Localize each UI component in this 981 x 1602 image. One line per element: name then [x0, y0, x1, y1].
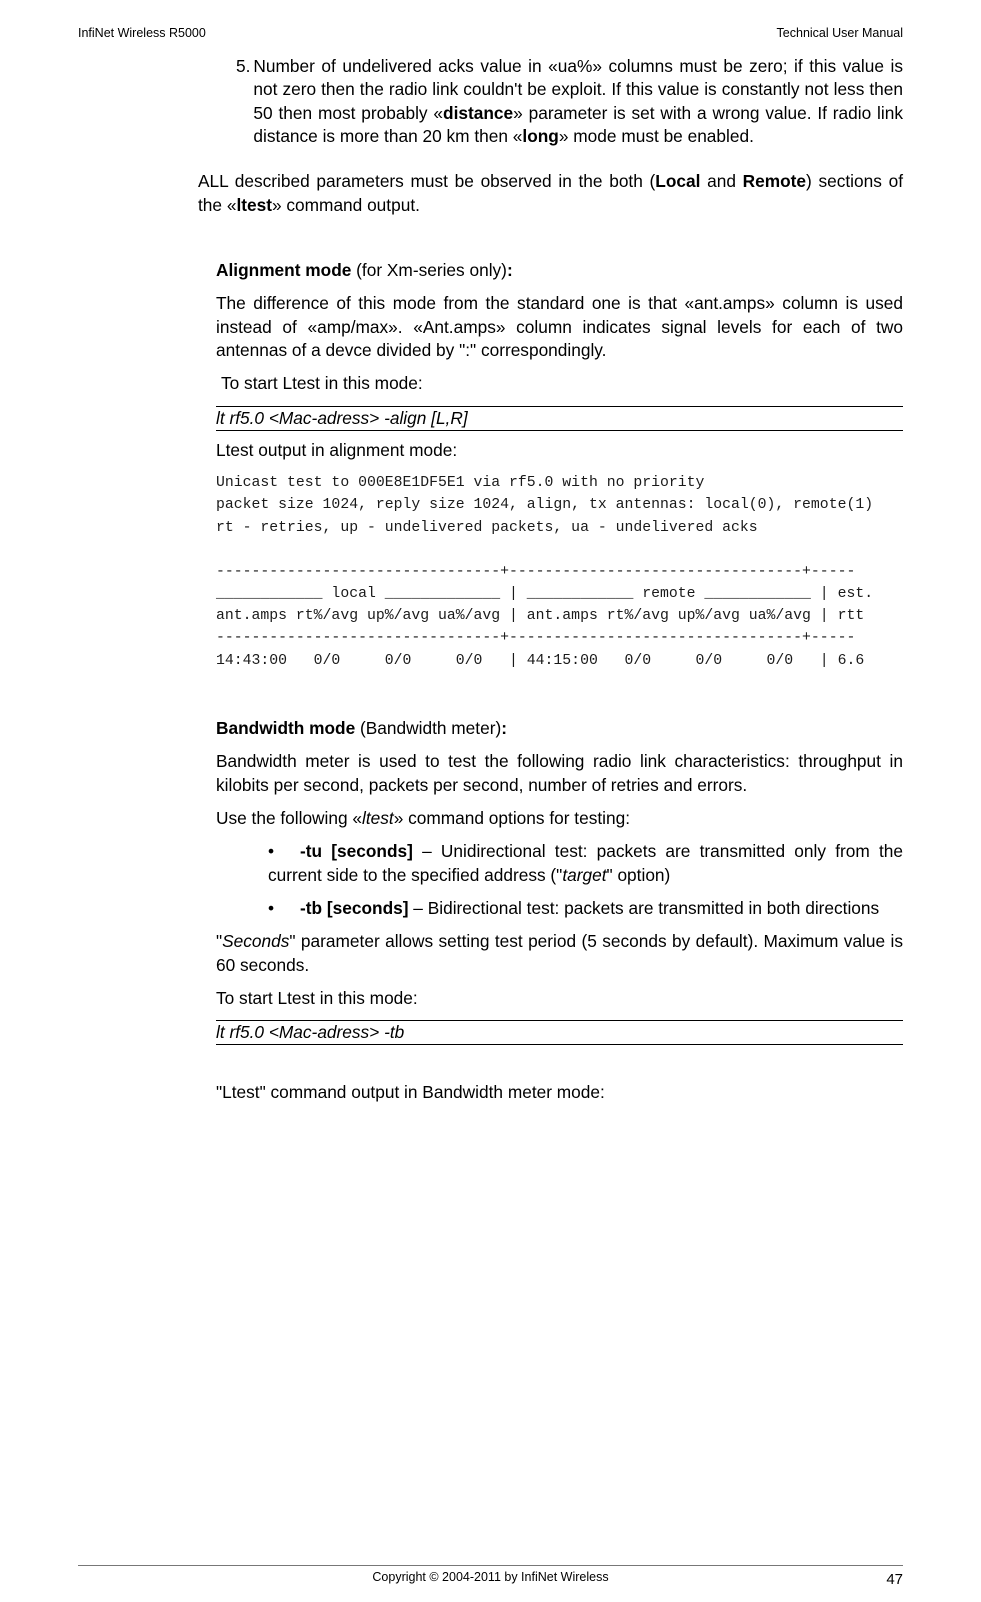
list-item-5: 5. Number of undelivered acks value in «…: [216, 55, 903, 148]
bullet-tu: •-tu [seconds] – Unidirectional test: pa…: [216, 840, 903, 887]
bold-tu: -tu [seconds]: [300, 841, 413, 861]
bold-local: Local: [655, 171, 700, 191]
list-number: 5.: [216, 55, 253, 148]
text: (Bandwidth meter): [355, 718, 501, 738]
all-described-para: ALL described parameters must be observe…: [198, 170, 903, 217]
italic-target: target: [562, 865, 606, 885]
footer: Copyright © 2004-2011 by InfiNet Wireles…: [0, 1565, 981, 1584]
bandwidth-heading: Bandwidth mode (Bandwidth meter):: [216, 717, 903, 740]
italic-seconds: Seconds: [222, 931, 289, 951]
alignment-command: lt rf5.0 <Mac-adress> -align [L,R]: [216, 406, 903, 431]
bold-colon: :: [507, 260, 513, 280]
text: " parameter allows setting test period (…: [216, 931, 903, 974]
text: » command options for testing:: [394, 808, 630, 828]
bw-start: To start Ltest in this mode:: [216, 987, 903, 1010]
bw-use-line: Use the following «ltest» command option…: [216, 807, 903, 830]
bold-remote: Remote: [743, 171, 806, 191]
alignment-start: To start Ltest in this mode:: [216, 372, 903, 395]
bandwidth-command: lt rf5.0 <Mac-adress> -tb: [216, 1020, 903, 1045]
bullet-icon: •: [268, 840, 300, 863]
alignment-heading: Alignment mode (for Xm-series only):: [216, 259, 903, 282]
text: » command output.: [272, 195, 420, 215]
text: Use the following «: [216, 808, 362, 828]
bold-ltest: ltest: [236, 195, 272, 215]
text: – Bidirectional test: packets are transm…: [409, 898, 880, 918]
bold-tb: -tb [seconds]: [300, 898, 409, 918]
page-number: 47: [886, 1571, 903, 1588]
text: " option): [607, 865, 671, 885]
footer-line: [78, 1565, 903, 1566]
bullet-tb: •-tb [seconds] – Bidirectional test: pac…: [216, 897, 903, 920]
text: and: [700, 171, 742, 191]
text: (for Xm-series only): [351, 260, 507, 280]
bw-output-label: "Ltest" command output in Bandwidth mete…: [216, 1081, 903, 1104]
bold-title: Alignment mode: [216, 260, 351, 280]
terminal-output: Unicast test to 000E8E1DF5E1 via rf5.0 w…: [216, 472, 903, 672]
alignment-desc: The difference of this mode from the sta…: [216, 292, 903, 362]
bold-long: long: [522, 126, 558, 146]
text: » mode must be enabled.: [559, 126, 754, 146]
header-right: Technical User Manual: [777, 26, 903, 40]
list-body: Number of undelivered acks value in «ua%…: [253, 55, 903, 148]
bold-title: Bandwidth mode: [216, 718, 355, 738]
bold-colon: :: [501, 718, 507, 738]
header-left: InfiNet Wireless R5000: [78, 26, 206, 40]
text: ALL described parameters must be observe…: [198, 171, 655, 191]
seconds-para: "Seconds" parameter allows setting test …: [216, 930, 903, 977]
alignment-output-label: Ltest output in alignment mode:: [216, 439, 903, 462]
bold-distance: distance: [443, 103, 513, 123]
bandwidth-desc: Bandwidth meter is used to test the foll…: [216, 750, 903, 797]
copyright: Copyright © 2004-2011 by InfiNet Wireles…: [372, 1570, 608, 1584]
italic-ltest: ltest: [362, 808, 394, 828]
main-content: 5. Number of undelivered acks value in «…: [216, 55, 903, 1105]
bullet-icon: •: [268, 897, 300, 920]
